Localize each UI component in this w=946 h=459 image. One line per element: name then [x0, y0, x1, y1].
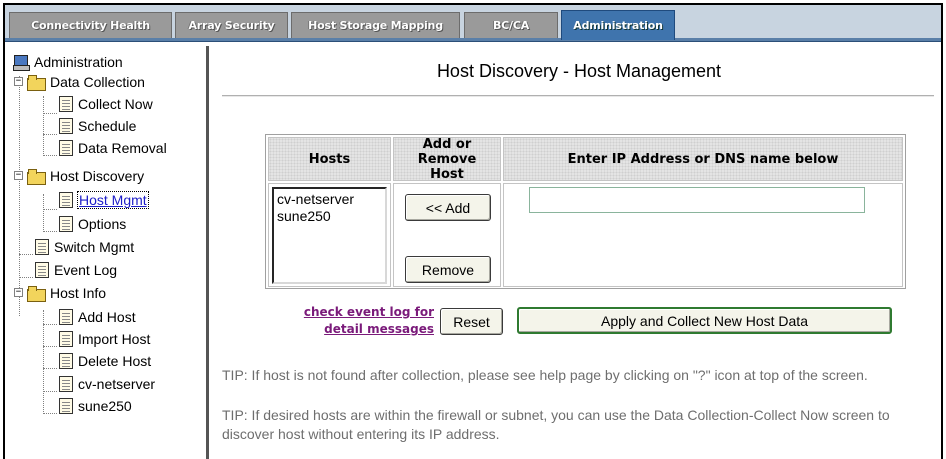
page-icon: [59, 118, 73, 134]
tree-label: Data Collection: [50, 74, 145, 90]
remove-host-button[interactable]: Remove: [405, 256, 491, 283]
page-icon: [59, 331, 73, 347]
title-divider: [222, 95, 934, 97]
tree-item-event-log[interactable]: Event Log: [35, 260, 117, 280]
tree-item-sune250[interactable]: sune250: [59, 396, 132, 416]
page-icon: [59, 140, 73, 156]
page-icon: [59, 398, 73, 414]
hosts-cell: cv-netserver sune250: [268, 183, 391, 287]
page-icon: [59, 96, 73, 112]
tree-label: Delete Host: [78, 353, 152, 369]
tree-label: Add Host: [78, 309, 136, 325]
tree-connector: [19, 76, 20, 316]
page-title: Host Discovery - Host Management: [436, 61, 722, 81]
tree-connector: [43, 134, 57, 135]
add-remove-cell: << Add Remove: [393, 183, 501, 287]
tree-connector: [43, 310, 44, 414]
page-icon: [59, 192, 73, 208]
tree-label: Data Removal: [78, 140, 167, 156]
main-content: Host Discovery - Host Management Hosts A…: [212, 46, 941, 459]
tree-item-data-removal[interactable]: Data Removal: [59, 138, 167, 158]
tree-item-switch-mgmt[interactable]: Switch Mgmt: [35, 237, 134, 257]
tree-root-administration[interactable]: Administration: [13, 52, 123, 72]
column-header-hosts: Hosts: [268, 137, 391, 181]
tree-label: Options: [78, 216, 127, 232]
tree-label: Host Discovery: [50, 168, 145, 184]
tree-connector: [43, 346, 57, 347]
tree-connector: [43, 209, 57, 210]
tree-connector: [43, 113, 57, 114]
tab-bc-ca[interactable]: BC/CA: [464, 12, 558, 38]
tree-connector: [43, 413, 57, 414]
tree-folder-host-info[interactable]: Host Info: [27, 283, 106, 303]
tree-connector: [19, 277, 33, 278]
folder-open-icon: [27, 169, 46, 185]
tree-connector: [43, 368, 57, 369]
hosts-listbox[interactable]: cv-netserver sune250: [272, 187, 387, 284]
page-icon: [35, 262, 49, 278]
tree-label: Host Mgmt: [77, 191, 149, 209]
reset-button[interactable]: Reset: [440, 308, 503, 335]
tab-administration[interactable]: Administration: [561, 10, 675, 40]
folder-open-icon: [27, 75, 46, 91]
tree-item-import-host[interactable]: Import Host: [59, 329, 150, 349]
computer-icon: [13, 55, 30, 71]
collapse-toggle-icon[interactable]: −: [14, 171, 23, 180]
tip-text-help: TIP: If host is not found after collecti…: [222, 367, 868, 383]
tree-connector: [43, 231, 57, 232]
tree-label: Schedule: [78, 118, 137, 134]
tree-item-collect-now[interactable]: Collect Now: [59, 94, 153, 114]
ip-entry-cell: [503, 183, 903, 287]
tab-array-security[interactable]: Array Security: [175, 12, 288, 38]
column-header-ip-address: Enter IP Address or DNS name below: [503, 137, 903, 181]
tip-text-firewall: TIP: If desired hosts are within the fir…: [222, 407, 890, 442]
tree-folder-data-collection[interactable]: Data Collection: [27, 72, 145, 92]
tab-host-storage-mapping[interactable]: Host Storage Mapping: [291, 12, 460, 38]
host-management-table: Hosts Add or Remove Host Enter IP Addres…: [265, 134, 906, 289]
column-header-add-remove: Add or Remove Host: [393, 136, 501, 182]
tab-bar: Connectivity Health Array Security Host …: [5, 5, 941, 42]
tree-connector: [43, 194, 44, 232]
tree-connector: [43, 96, 44, 154]
tree-label: Event Log: [54, 262, 118, 278]
add-host-button[interactable]: << Add: [405, 194, 491, 221]
page-icon: [35, 239, 49, 255]
page-icon: [59, 309, 73, 325]
tree-label: Administration: [34, 54, 123, 70]
tree-label: cv-netserver: [78, 376, 156, 392]
app-window: Connectivity Health Array Security Host …: [3, 3, 943, 459]
tree-connector: [19, 254, 33, 255]
tree-item-add-host[interactable]: Add Host: [59, 307, 136, 327]
tree-label: Switch Mgmt: [54, 239, 135, 255]
tree-folder-host-discovery[interactable]: Host Discovery: [27, 166, 144, 186]
tree-connector: [43, 155, 57, 156]
event-log-link[interactable]: check event log for detail messages: [270, 304, 434, 338]
host-option[interactable]: cv-netserver: [277, 191, 382, 208]
folder-open-icon: [27, 286, 46, 302]
collapse-toggle-icon[interactable]: −: [14, 77, 23, 86]
host-option[interactable]: sune250: [277, 208, 382, 225]
tree-connector: [43, 391, 57, 392]
tree-item-cv-netserver[interactable]: cv-netserver: [59, 374, 155, 394]
page-icon: [59, 216, 73, 232]
apply-collect-button[interactable]: Apply and Collect New Host Data: [517, 307, 892, 334]
tab-connectivity-health[interactable]: Connectivity Health: [9, 12, 172, 38]
tree-item-host-mgmt[interactable]: Host Mgmt: [59, 190, 149, 210]
collapse-toggle-icon[interactable]: −: [14, 288, 23, 297]
tree-item-options[interactable]: Options: [59, 214, 126, 234]
ip-address-input[interactable]: [529, 187, 865, 213]
column-header-label: Add or Remove Host: [417, 136, 477, 182]
tree-label: Collect Now: [78, 96, 153, 112]
page-icon: [59, 376, 73, 392]
tree-item-schedule[interactable]: Schedule: [59, 116, 136, 136]
tree-label: sune250: [78, 398, 132, 414]
navigation-tree: Administration − Data Collection Collect…: [5, 46, 209, 459]
tree-item-delete-host[interactable]: Delete Host: [59, 351, 151, 371]
tree-label: Host Info: [50, 285, 107, 301]
page-icon: [59, 353, 73, 369]
tree-label: Import Host: [78, 331, 151, 347]
tree-connector: [43, 324, 57, 325]
